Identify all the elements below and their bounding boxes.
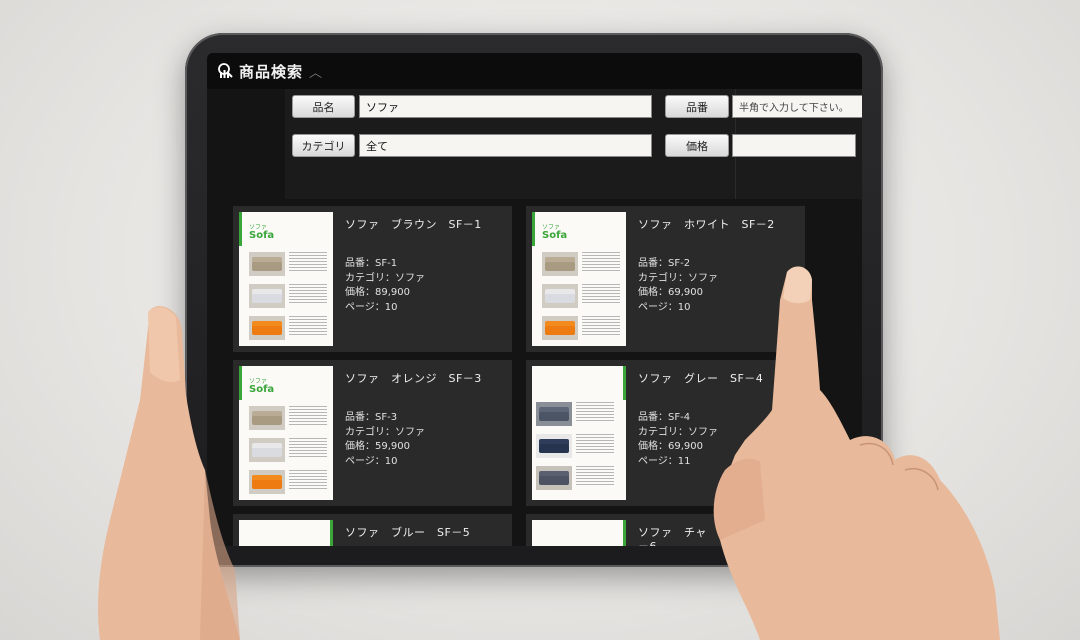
hands-illustration	[98, 266, 1000, 640]
